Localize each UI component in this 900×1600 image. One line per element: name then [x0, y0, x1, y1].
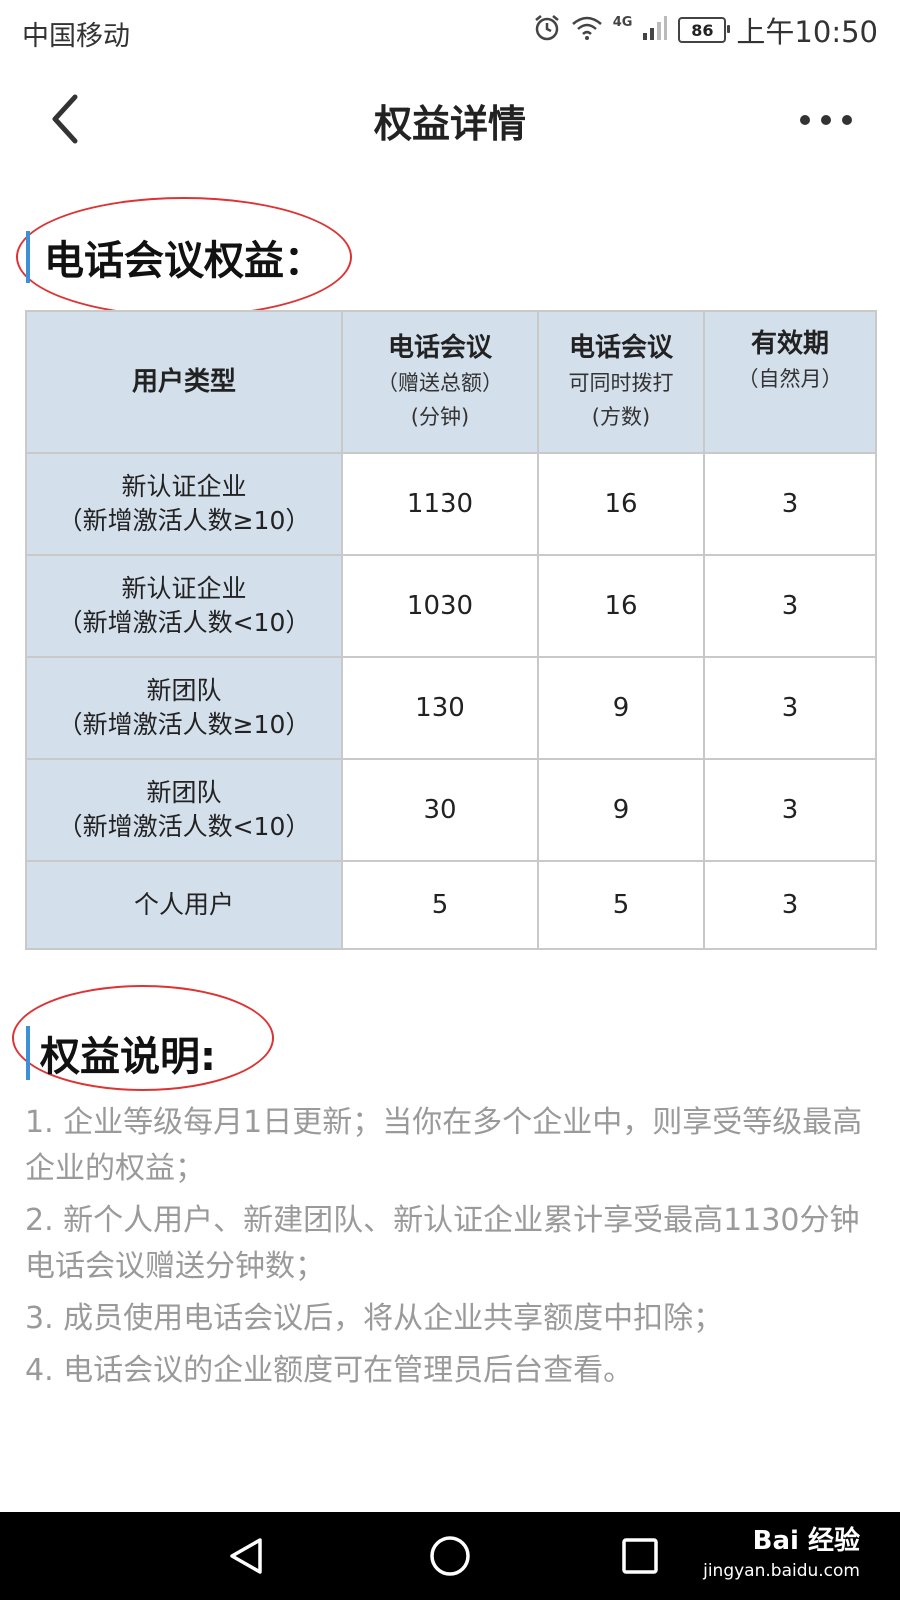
watermark-brand: Bai 经验 [752, 1526, 860, 1556]
minutes-cell: 130 [341, 656, 539, 760]
more-dot-icon [800, 115, 810, 125]
square-recents-icon [622, 1538, 658, 1574]
baidu-watermark: Bai 经验 jingyan.baidu.com [703, 1526, 860, 1586]
section-title: 权益说明: [40, 1034, 216, 1080]
section-header-benefits: 电话会议权益： [26, 228, 324, 286]
column-header: 用户类型 [25, 310, 343, 454]
nav-bar: 权益详情 [0, 62, 900, 178]
note-item: 4. 电话会议的企业额度可在管理员后台查看。 [25, 1353, 634, 1388]
user-type-cell: 新团队 （新增激活人数<10） [25, 758, 343, 862]
parties-cell: 16 [537, 452, 705, 556]
minutes-cell: 30 [341, 758, 539, 862]
validity-cell: 3 [703, 860, 877, 950]
note-item: 3. 成员使用电话会议后，将从企业共享额度中扣除； [25, 1301, 724, 1336]
validity-cell: 3 [703, 452, 877, 556]
table-row: 新认证企业 （新增激活人数≥10） 1130 16 3 [25, 452, 877, 556]
more-dot-icon [821, 115, 831, 125]
battery-icon: 86 [678, 17, 731, 43]
parties-cell: 9 [537, 656, 705, 760]
status-icons: 4G 86 上午10:50 [533, 12, 878, 49]
user-type-cell: 新认证企业 （新增激活人数<10） [25, 554, 343, 658]
minutes-cell: 5 [341, 860, 539, 950]
validity-cell: 3 [703, 656, 877, 760]
accent-bar [26, 231, 30, 283]
parties-cell: 9 [537, 758, 705, 862]
section-header-notes: 权益说明: [26, 1024, 216, 1082]
minutes-cell: 1030 [341, 554, 539, 658]
parties-cell: 5 [537, 860, 705, 950]
page-title: 权益详情 [373, 101, 526, 146]
status-bar: 中国移动 4G 86 上午10:50 [0, 0, 900, 62]
network-type: 4G [612, 14, 633, 30]
minutes-cell: 1130 [341, 452, 539, 556]
benefits-table: 用户类型 电话会议 （赠送总额） (分钟) 电话会议 可同时拨打 (方数) 有效… [25, 310, 877, 950]
system-nav-bar: Bai 经验 jingyan.baidu.com [0, 1512, 900, 1600]
parties-cell: 16 [537, 554, 705, 658]
chevron-left-icon [52, 94, 78, 144]
back-button[interactable] [30, 84, 100, 154]
status-time: 上午10:50 [736, 15, 878, 49]
signal-icon [642, 15, 668, 45]
table-row: 新团队 （新增激活人数<10） 30 9 3 [25, 758, 877, 862]
table-header-row: 用户类型 电话会议 （赠送总额） (分钟) 电话会议 可同时拨打 (方数) 有效… [25, 310, 877, 454]
user-type-cell: 新团队 （新增激活人数≥10） [25, 656, 343, 760]
more-button[interactable] [786, 92, 866, 148]
user-type-cell: 新认证企业 （新增激活人数≥10） [25, 452, 343, 556]
validity-cell: 3 [703, 758, 877, 862]
more-dot-icon [842, 115, 852, 125]
notes-list: 1. 企业等级每月1日更新；当你在多个企业中，则享受等级最高企业的权益； 2. … [25, 1100, 875, 1400]
section-title: 电话会议权益： [44, 238, 324, 284]
circle-home-icon [430, 1536, 470, 1576]
carrier-name: 中国移动 [22, 21, 130, 52]
table-row: 新团队 （新增激活人数≥10） 130 9 3 [25, 656, 877, 760]
accent-bar [26, 1026, 30, 1080]
user-type-cell: 个人用户 [25, 860, 343, 950]
validity-cell: 3 [703, 554, 877, 658]
column-header: 电话会议 （赠送总额） (分钟) [341, 310, 539, 454]
watermark-url: jingyan.baidu.com [703, 1561, 860, 1581]
recents-nav-button[interactable] [610, 1526, 670, 1586]
home-nav-button[interactable] [420, 1526, 480, 1586]
alarm-icon [533, 14, 561, 46]
table-row: 新认证企业 （新增激活人数<10） 1030 16 3 [25, 554, 877, 658]
triangle-back-icon [230, 1538, 262, 1574]
note-item: 2. 新个人用户、新建团队、新认证企业累计享受最高1130分钟电话会议赠送分钟数… [25, 1203, 860, 1284]
battery-level: 86 [691, 20, 714, 40]
back-nav-button[interactable] [216, 1526, 276, 1586]
table-row: 个人用户 5 5 3 [25, 860, 877, 950]
column-header: 有效期 （自然月） [703, 310, 877, 454]
wifi-icon [571, 15, 603, 45]
note-item: 1. 企业等级每月1日更新；当你在多个企业中，则享受等级最高企业的权益； [25, 1105, 863, 1186]
column-header: 电话会议 可同时拨打 (方数) [537, 310, 705, 454]
